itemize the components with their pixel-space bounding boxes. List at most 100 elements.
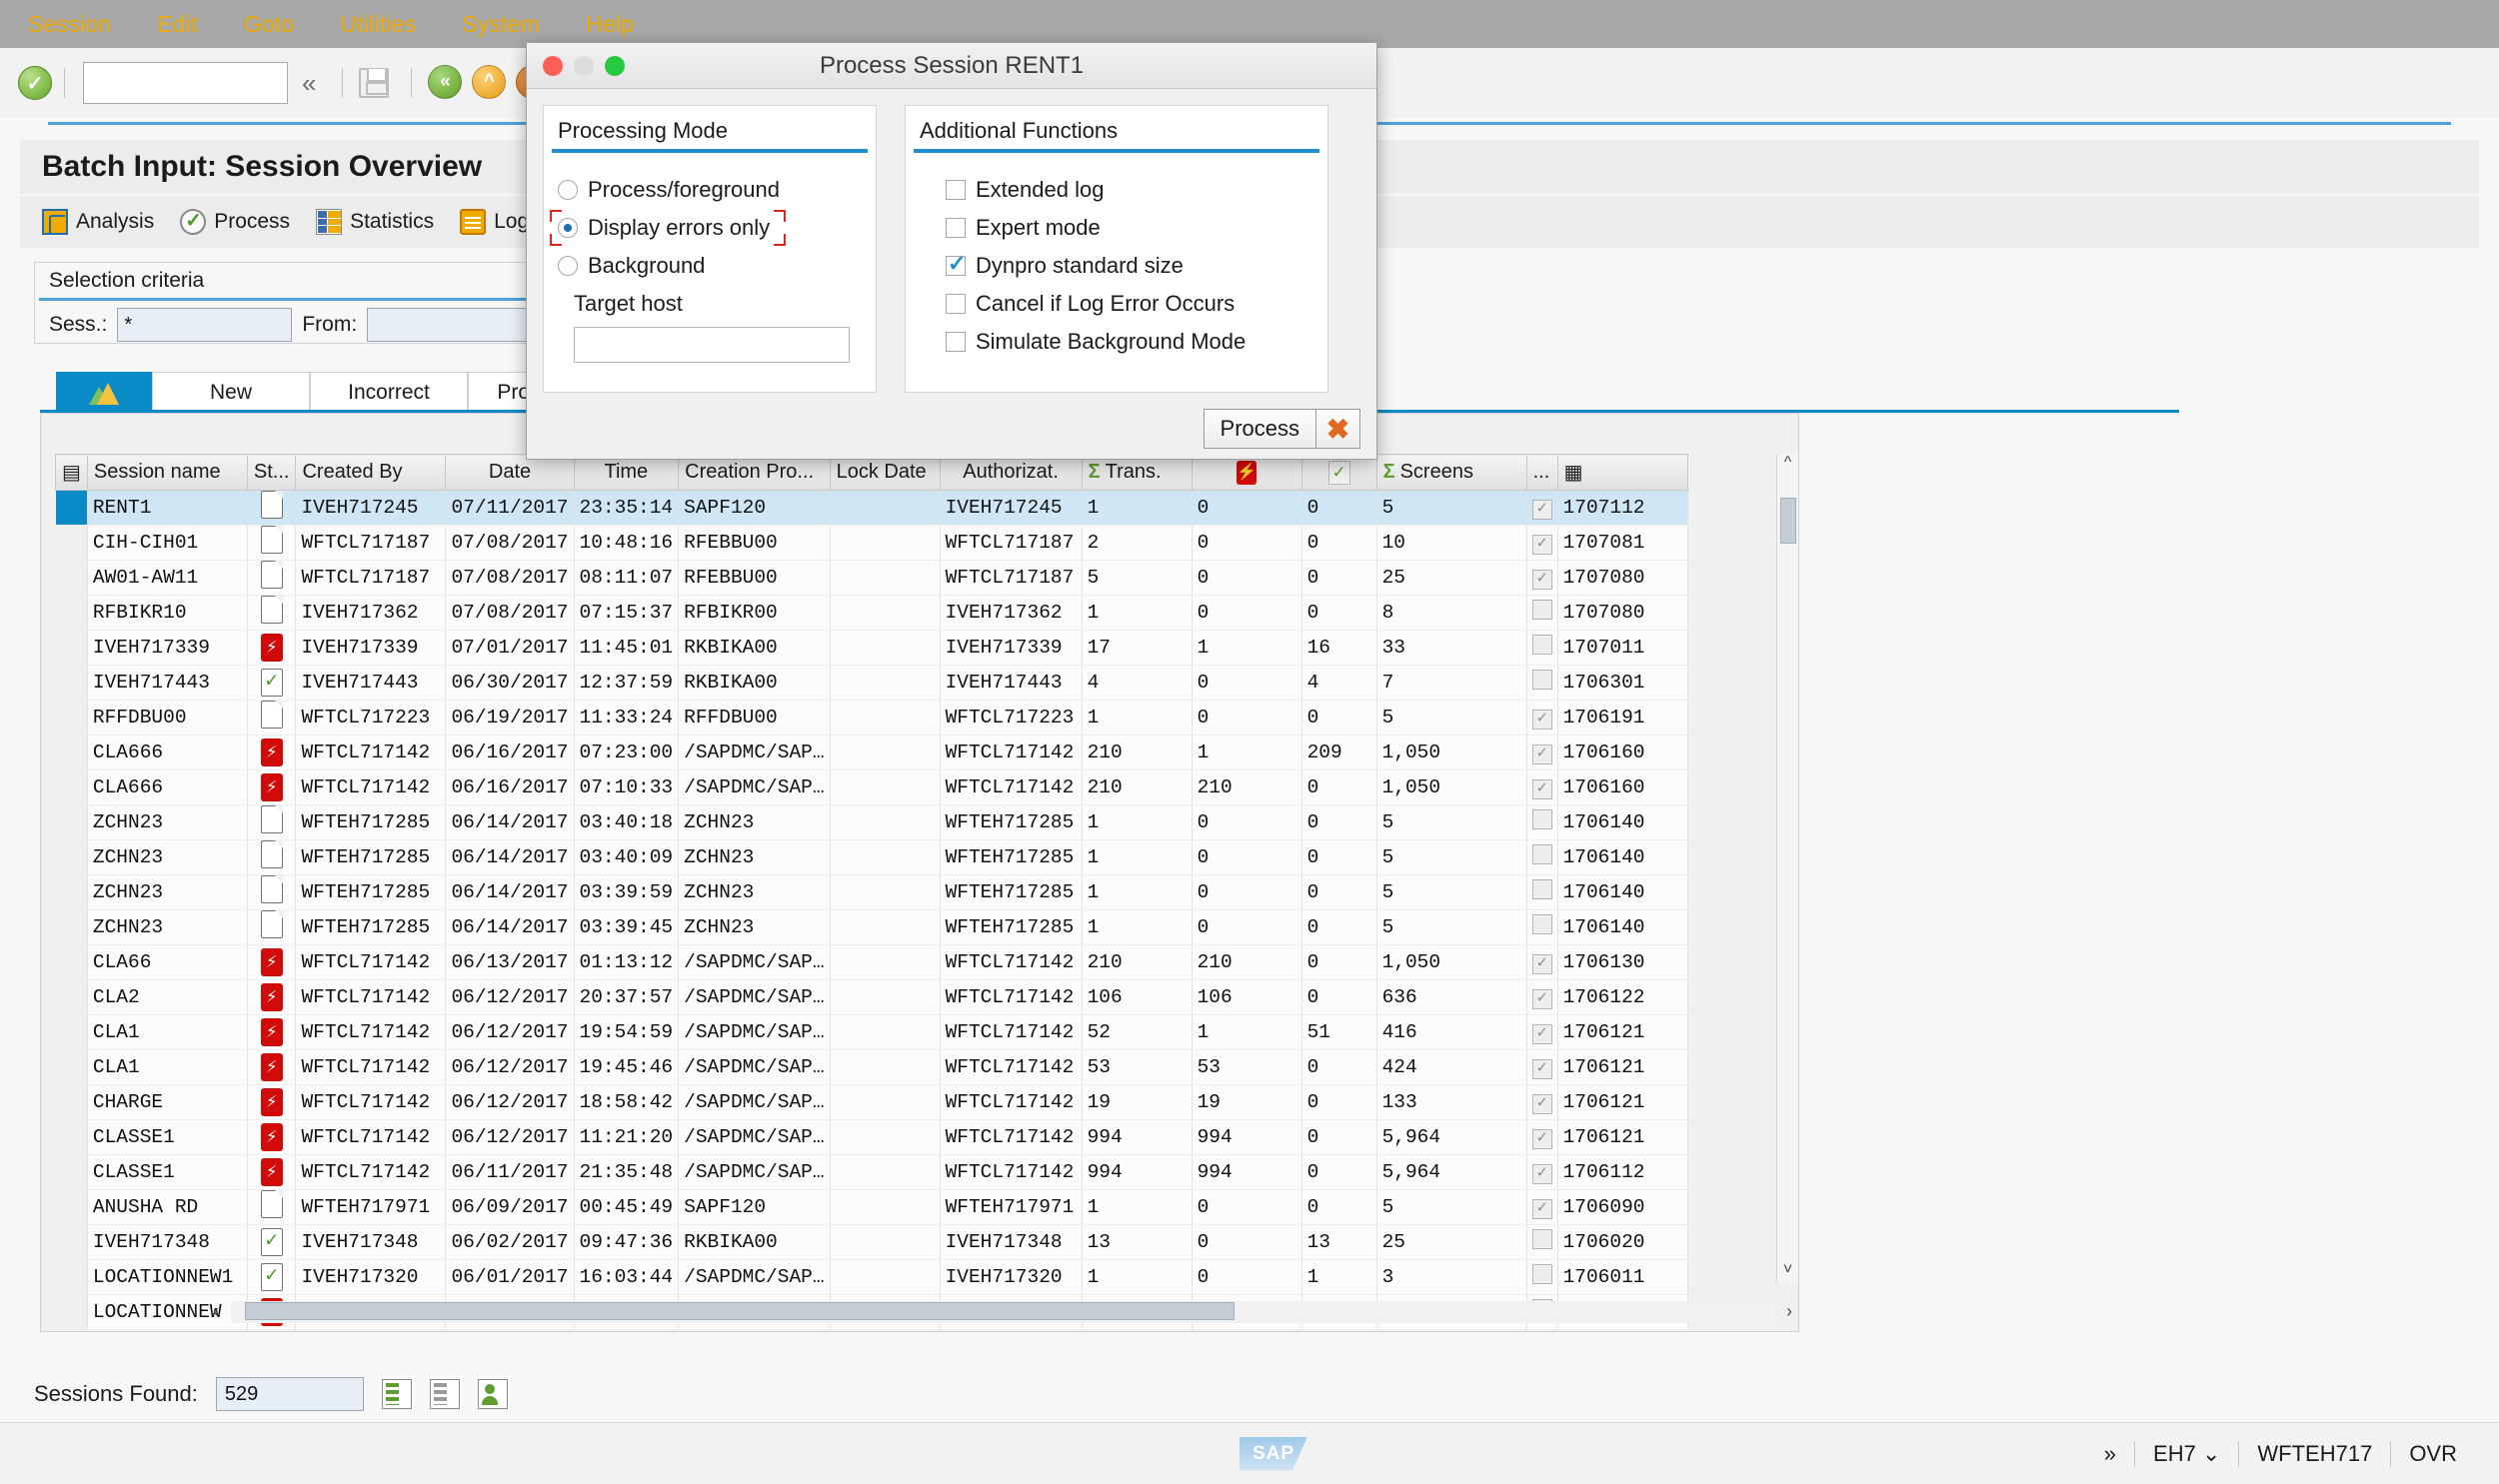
cell-session-name[interactable]: ZCHN23 [87,804,248,840]
cell-checkbox[interactable] [1526,1224,1558,1260]
analysis-button[interactable]: Analysis [42,209,154,235]
vscroll-thumb[interactable] [1780,498,1796,544]
deselect-all-icon[interactable] [429,1379,460,1409]
table-row[interactable]: CLA666 ⚡ WFTCL717142 06/16/2017 07:23:00/SAP… [55,735,1688,770]
cell-session-name[interactable]: RENT1 [87,490,248,526]
tab-incorrect[interactable]: Incorrect [310,372,468,412]
sess-input[interactable]: * [117,308,293,342]
cell-checkbox[interactable]: ✓ [1526,490,1558,526]
cell-session-name[interactable]: ANUSHA RD [87,1189,248,1225]
cell-checkbox[interactable]: ✓ [1526,944,1558,980]
scroll-right-icon[interactable]: › [1786,1301,1792,1322]
cell-checkbox[interactable]: ✓ [1526,1119,1558,1155]
table-row[interactable]: CIH-CIH01 WFTCL717187 07/08/2017 10:48:16 RF… [55,525,1688,561]
dialog-process-button[interactable]: Process [1203,409,1316,449]
cell-session-name[interactable]: IVEH717339 [87,630,248,666]
cell-session-name[interactable]: LOCATIONNEW1 [87,1259,248,1295]
menu-item-goto[interactable]: Goto [226,11,313,38]
user-detail-icon[interactable] [477,1379,508,1409]
checkbox-cancel-if-log-error[interactable]: Cancel if Log Error Occurs [906,285,1327,323]
col-created-by[interactable]: Created By [295,454,447,491]
table-row[interactable]: ZCHN23 WFTEH717285 06/14/2017 03:40:18 ZCHN2… [55,804,1688,840]
menu-item-session[interactable]: Session [10,11,129,38]
cell-checkbox[interactable] [1526,665,1558,701]
cell-checkbox[interactable]: ✓ [1526,735,1558,770]
save-disk-icon[interactable] [359,65,395,101]
tab-new[interactable]: New [152,372,310,412]
table-row[interactable]: ZCHN23 WFTEH717285 06/14/2017 03:40:09 ZCHN2… [55,839,1688,875]
cell-session-name[interactable]: RFFDBU00 [87,700,248,736]
table-row[interactable]: RFFDBU00 WFTCL717223 06/19/2017 11:33:24 RFF… [55,700,1688,736]
cell-checkbox[interactable] [1526,630,1558,666]
ok-check-icon[interactable]: ✓ [18,66,52,100]
menu-item-help[interactable]: Help [568,11,652,38]
row-selector[interactable] [55,804,88,840]
row-selector[interactable] [55,525,88,561]
checkbox-simulate-background-mode[interactable]: Simulate Background Mode [906,323,1327,361]
cell-checkbox[interactable]: ✓ [1526,769,1558,805]
row-selector[interactable] [55,630,88,666]
cell-session-name[interactable]: CLASSE1 [87,1154,248,1190]
scroll-down-icon[interactable]: ˅ [1777,1261,1798,1283]
cell-checkbox[interactable]: ✓ [1526,700,1558,736]
cell-session-name[interactable]: RFBIKR10 [87,595,248,631]
cell-session-name[interactable]: ZCHN23 [87,839,248,875]
table-row[interactable]: CLA2 ⚡ WFTCL717142 06/12/2017 20:37:57/SAPDM… [55,979,1688,1015]
command-field-input[interactable] [83,62,288,104]
cell-session-name[interactable]: ZCHN23 [87,909,248,945]
checkbox-dynpro-standard-size[interactable]: Dynpro standard size [906,247,1327,285]
cell-checkbox[interactable]: ✓ [1526,560,1558,596]
col-more[interactable]: ... [1525,454,1558,491]
cell-session-name[interactable]: CLASSE1 [87,1119,248,1155]
process-button[interactable]: Process [180,208,290,235]
status-system[interactable]: EH7 ⌄ [2134,1440,2238,1467]
table-row[interactable]: ZCHN23 WFTEH717285 06/14/2017 03:39:59 ZCHN2… [55,874,1688,910]
maximize-green-icon[interactable] [605,55,625,76]
checkbox-extended-log[interactable]: Extended log [906,171,1327,209]
cell-session-name[interactable]: CLA666 [87,769,248,805]
table-row[interactable]: ANUSHA RD WFTEH717971 06/09/2017 00:45:49 SA… [55,1189,1688,1225]
double-chevron-right-icon[interactable]: » [2086,1441,2134,1467]
table-row[interactable]: RFBIKR10 IVEH717362 07/08/2017 07:15:37 RFBI… [55,595,1688,631]
table-row[interactable]: CLASSE1 ⚡ WFTCL717142 06/12/2017 11:21:20/SA… [55,1119,1688,1155]
cell-session-name[interactable]: LOCATIONNEW [87,1294,248,1330]
row-selector[interactable] [55,769,88,805]
row-selector[interactable] [55,874,88,910]
status-insert-mode[interactable]: OVR [2390,1440,2475,1467]
cell-checkbox[interactable]: ✓ [1526,1049,1558,1085]
col-session-name[interactable]: Session name [86,454,248,491]
row-selector[interactable] [55,944,88,980]
radio-display-errors-only[interactable]: Display errors only [544,209,876,247]
cell-session-name[interactable]: CHARGE [87,1084,248,1120]
cell-checkbox[interactable] [1526,1259,1558,1295]
table-settings-icon[interactable]: ▤ [55,454,88,491]
cell-session-name[interactable]: AW01-AW11 [87,560,248,596]
radio-background[interactable]: Background [544,247,876,285]
row-selector[interactable] [55,1294,88,1330]
radio-process-foreground[interactable]: Process/foreground [544,171,876,209]
menu-item-utilities[interactable]: Utilities [322,11,434,38]
row-selector[interactable] [55,560,88,596]
table-row[interactable]: IVEH717339 ⚡ IVEH717339 07/01/2017 11:45:01 R… [55,630,1688,666]
cell-session-name[interactable]: CLA1 [87,1049,248,1085]
row-selector[interactable] [55,595,88,631]
cell-checkbox[interactable] [1526,804,1558,840]
table-row[interactable]: CHARGE ⚡ WFTCL717142 06/12/2017 18:58:42/SAP… [55,1084,1688,1120]
statistics-button[interactable]: Statistics [316,209,434,235]
cell-session-name[interactable]: IVEH717443 [87,665,248,701]
column-config-icon[interactable]: ▦ [1556,454,1688,491]
cell-session-name[interactable]: CLA666 [87,735,248,770]
cell-checkbox[interactable]: ✓ [1526,1189,1558,1225]
menu-item-edit[interactable]: Edit [139,11,215,38]
cell-session-name[interactable]: CLA2 [87,979,248,1015]
table-row[interactable]: RENT1 IVEH717245 07/11/2017 23:35:14 SAPF120… [55,490,1688,526]
row-selector[interactable] [55,909,88,945]
table-row[interactable]: CLA666 ⚡ WFTCL717142 06/16/2017 07:10:33/SAP… [55,769,1688,805]
minimize-grey-icon[interactable] [574,55,594,76]
row-selector[interactable] [55,1014,88,1050]
row-selector[interactable] [55,700,88,736]
close-red-icon[interactable] [543,55,563,76]
row-selector[interactable] [55,1119,88,1155]
cell-checkbox[interactable]: ✓ [1526,1014,1558,1050]
cell-checkbox[interactable] [1526,595,1558,631]
